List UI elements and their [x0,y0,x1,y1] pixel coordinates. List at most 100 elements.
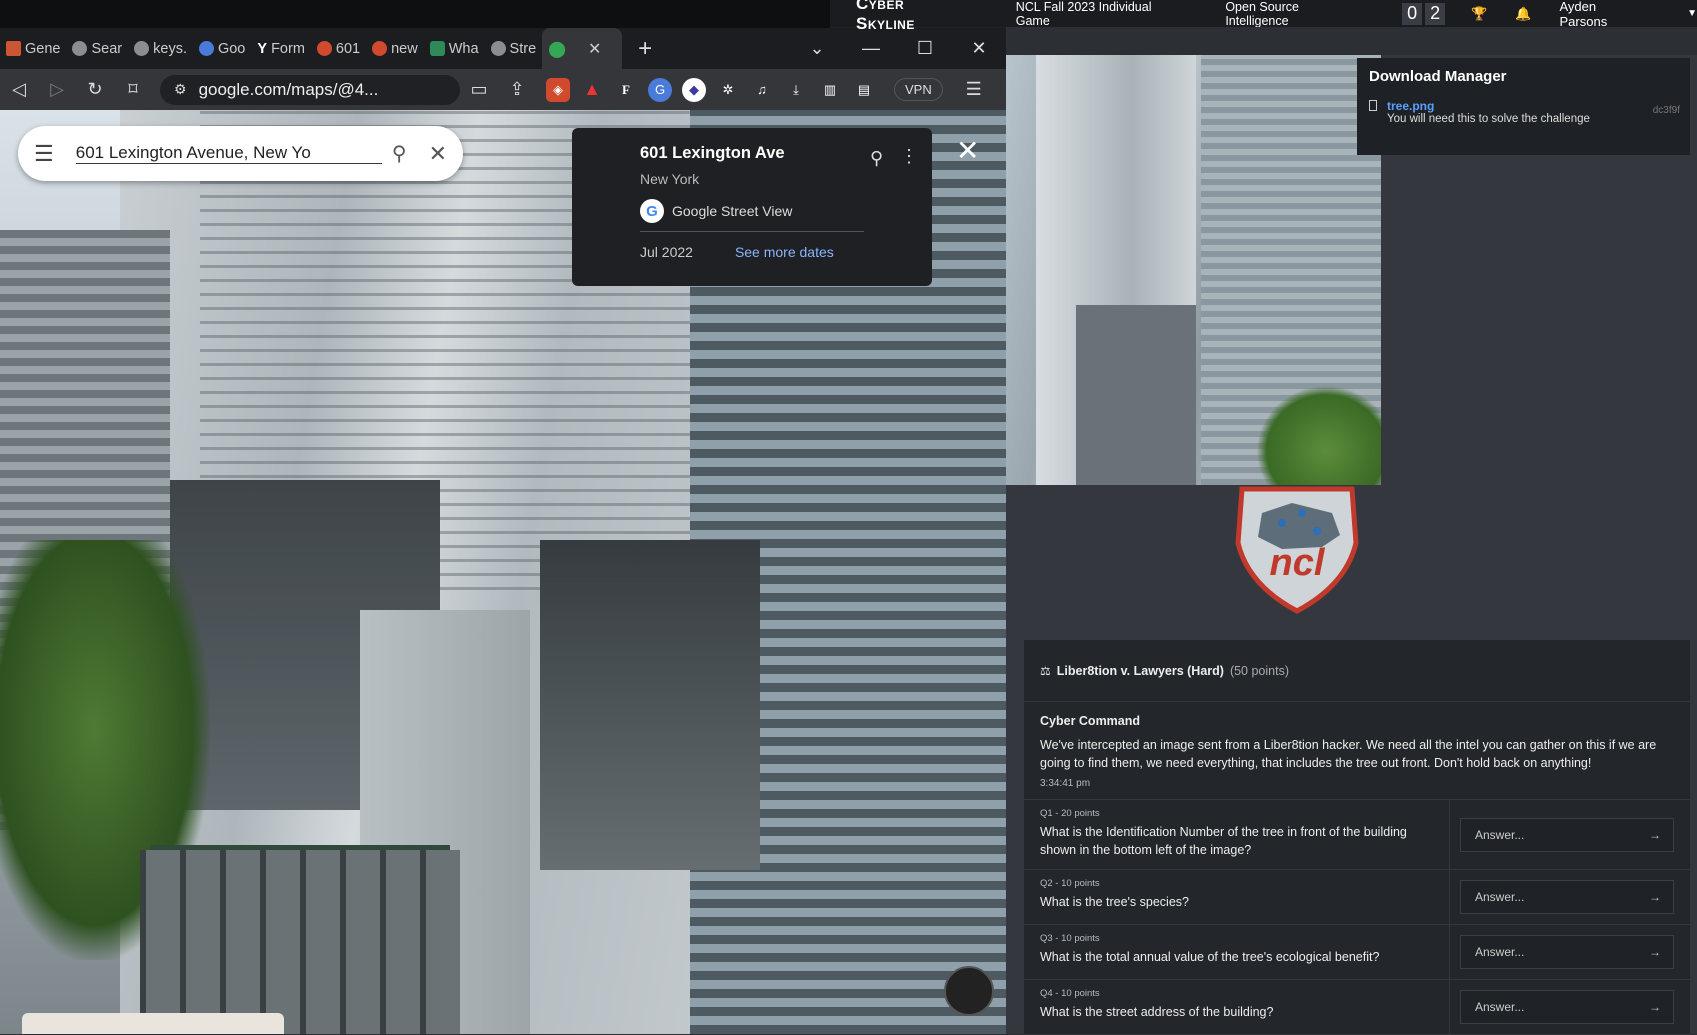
tab-stre[interactable]: Stre [485,28,543,69]
bell-icon[interactable]: 🔔 [1515,6,1531,22]
svg-text:ncl: ncl [1270,542,1326,584]
user-name[interactable]: Ayden Parsons [1560,0,1648,29]
brave-rewards-icon[interactable]: ▲ [580,78,604,102]
tab-form[interactable]: Y Form [251,28,311,69]
download-icon[interactable]: ⤓ [784,78,808,102]
question-text: What is the Identification Number of the… [1040,825,1407,857]
tab-maps-active[interactable]: ⬤ ✕ [542,28,623,69]
mini-map[interactable] [22,1013,284,1034]
sidebar-icon[interactable]: ▥ [818,78,842,102]
new-tab-button[interactable]: + [638,35,652,63]
brave-icon [316,41,332,56]
submit-arrow-icon[interactable]: → [1649,890,1661,904]
ncl-top-nav: Cyber Skyline NCL Fall 2023 Individual G… [830,0,1697,33]
bookmark-icon[interactable]: ⌑ [114,79,152,100]
forward-button[interactable]: ▷ [38,79,76,100]
site-settings-icon[interactable]: ⚙ [174,81,187,98]
street-view-info-card: 601 Lexington Ave New York G Google Stre… [572,128,932,286]
browser-toolbar: ◁ ▷ ↻ ⌑ ⚙ google.com/maps/@4... ▭ ⇪ ◈ ▲ … [0,69,1006,110]
brand-logo[interactable]: Cyber Skyline [856,0,968,34]
tab-new[interactable]: new [366,28,424,69]
translate-extension-icon[interactable]: G [648,77,672,102]
google-icon: G [640,199,664,223]
search-icon[interactable]: ⚲ [392,141,407,166]
tab-wha[interactable]: Wha [424,28,485,69]
f-extension-icon[interactable]: F [614,78,638,102]
answer-input[interactable]: Answer... → [1460,990,1674,1024]
compass-icon[interactable] [944,966,994,1016]
wallet-icon[interactable]: ▤ [852,78,876,102]
diamond-extension-icon[interactable]: ◆ [682,77,706,102]
game-link[interactable]: NCL Fall 2023 Individual Game [1016,0,1189,28]
trophy-icon[interactable]: 🏆 [1471,6,1487,22]
puzzle-extensions-icon[interactable]: ✲ [716,78,740,102]
reload-button[interactable]: ↻ [76,79,114,100]
y-icon: Y [257,40,268,57]
music-icon[interactable]: ♫ [750,78,774,102]
tab-goo[interactable]: Goo [193,28,251,69]
question-label: Q3 - 10 points [1040,933,1100,944]
brave-shield-icon[interactable]: ◈ [546,77,570,102]
tab-close-icon[interactable]: ✕ [588,39,601,59]
globe-icon [134,41,150,56]
vpn-button[interactable]: VPN [894,78,943,101]
question-label: Q1 - 20 points [1040,808,1100,819]
maps-search-box[interactable]: ☰ 601 Lexington Avenue, New Yo ⚲ ✕ [18,126,463,181]
clear-search-icon[interactable]: ✕ [429,141,447,167]
question-text: What is the tree's species? [1040,895,1189,909]
submit-arrow-icon[interactable]: → [1649,1000,1661,1014]
ncl-subheader [1006,27,1697,55]
see-more-dates-link[interactable]: See more dates [735,244,834,260]
menu-icon[interactable]: ☰ [955,79,993,100]
minimize-button[interactable]: — [844,38,898,59]
submit-arrow-icon[interactable]: → [1649,828,1661,842]
more-options-icon[interactable]: ⋮ [900,146,918,167]
challenge-panel: ⚖ Liber8tion v. Lawyers (Hard) (50 point… [1024,640,1690,1035]
share-icon[interactable]: ⇪ [498,79,536,100]
answer-input[interactable]: Answer... → [1460,935,1674,969]
challenge-image [1006,55,1381,485]
question-row: Q1 - 20 points What is the Identification… [1024,800,1690,870]
close-window-button[interactable]: ✕ [952,38,1006,59]
answer-input[interactable]: Answer... → [1460,880,1674,914]
tab-601[interactable]: 601 [311,28,366,69]
question-text: What is the total annual value of the tr… [1040,950,1380,964]
category-link[interactable]: Open Source Intelligence [1225,0,1365,28]
search-query[interactable]: 601 Lexington Avenue, New Yo [75,143,382,164]
back-button[interactable]: ◁ [0,79,38,100]
submit-arrow-icon[interactable]: → [1649,945,1661,959]
challenge-points: (50 points) [1229,663,1289,678]
title-strip [0,0,830,28]
chevron-down-icon[interactable]: ▼ [1687,8,1697,19]
card-date-row: Jul 2022 See more dates [640,244,932,260]
ncl-logo: ncl [1235,486,1359,614]
card-title: 601 Lexington Ave [640,144,785,162]
file-link[interactable]: tree.png [1387,99,1590,113]
card-source: G Google Street View [640,199,864,232]
answer-input[interactable]: Answer... → [1460,817,1674,852]
hamburger-icon[interactable]: ☰ [34,141,54,167]
challenge-message: Cyber Command We've intercepted an image… [1024,702,1690,800]
tab-search-icon[interactable]: ⌄ [790,38,844,59]
message-time: 3:34:41 pm [1040,778,1091,789]
address-bar[interactable]: ⚙ google.com/maps/@4... [160,74,460,105]
close-street-view-icon[interactable]: ✕ [956,134,979,167]
score-counter: 0 2 [1402,2,1446,25]
globe-icon [72,41,88,56]
challenge-title: Liber8tion v. Lawyers (Hard) [1056,663,1224,678]
building-recess-right [540,540,760,870]
question-label: Q4 - 10 points [1040,988,1100,999]
location-pin-icon[interactable]: ⚲ [870,148,883,169]
url-text: google.com/maps/@4... [198,79,379,99]
download-manager-title: Download Manager [1369,68,1507,85]
file-icon [1369,100,1377,111]
tab-gene[interactable]: Gene [0,28,66,69]
question-row: Q3 - 10 points What is the total annual v… [1024,925,1690,980]
maximize-button[interactable]: ☐ [898,38,952,59]
tab-sear[interactable]: Sear [66,28,128,69]
globe-icon [490,41,506,56]
question-row: Q4 - 10 points What is the street address… [1024,980,1690,1035]
tab-keys[interactable]: keys. [128,28,193,69]
cast-icon[interactable]: ▭ [460,79,498,100]
question-text: What is the street address of the buildi… [1040,1005,1274,1019]
